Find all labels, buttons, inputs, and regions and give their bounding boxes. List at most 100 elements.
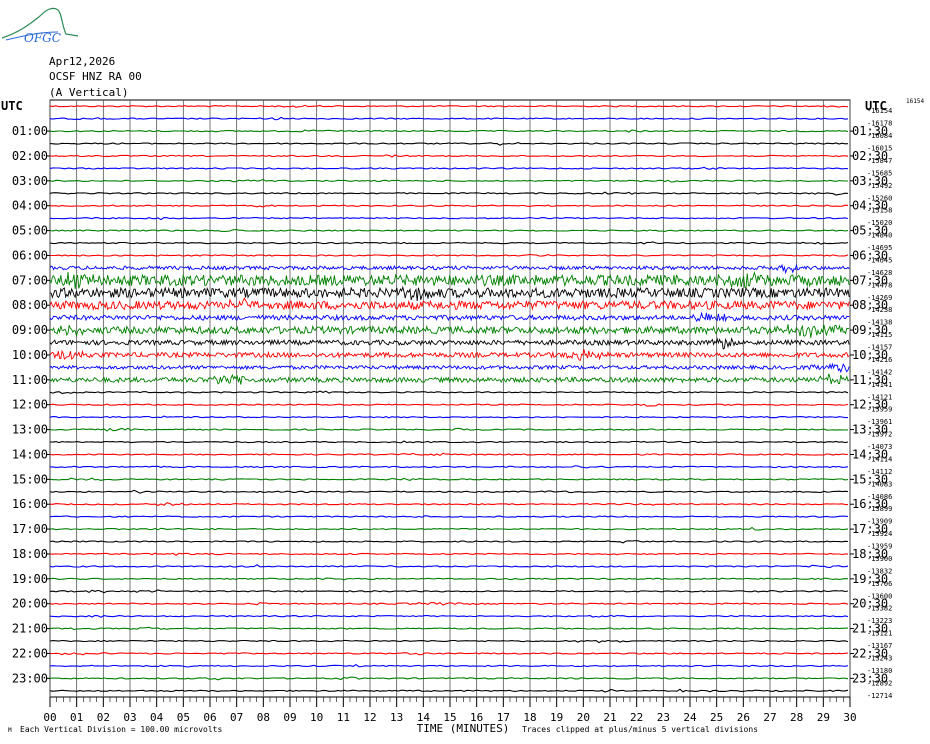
right-hour-label: 18:30 bbox=[852, 547, 888, 561]
seismic-trace bbox=[49, 154, 849, 158]
seismic-trace bbox=[49, 129, 849, 133]
seismic-trace bbox=[50, 253, 849, 257]
x-tick-label: 27 bbox=[763, 711, 776, 724]
x-tick-label: 25 bbox=[710, 711, 723, 724]
seismic-trace bbox=[49, 540, 849, 544]
x-tick-label: 10 bbox=[310, 711, 323, 724]
left-hour-label: 03:00 bbox=[12, 174, 48, 188]
right-hour-label: 08:30 bbox=[852, 298, 888, 312]
x-tick-label: 28 bbox=[790, 711, 803, 724]
left-hour-label: 07:00 bbox=[12, 273, 48, 287]
right-hour-label: 05:30 bbox=[852, 224, 888, 238]
left-hour-label: 22:00 bbox=[12, 646, 48, 660]
seismic-trace bbox=[49, 415, 848, 419]
right-hour-label: 02:30 bbox=[852, 149, 888, 163]
seismic-trace bbox=[49, 577, 849, 581]
left-hour-label: 17:00 bbox=[12, 522, 48, 536]
right-hour-label: 20:30 bbox=[852, 597, 888, 611]
seismic-trace bbox=[50, 465, 849, 469]
left-hour-label: 13:00 bbox=[12, 423, 48, 437]
x-tick-label: 06 bbox=[203, 711, 216, 724]
left-hour-label: 21:00 bbox=[12, 622, 48, 636]
right-hour-label: 17:30 bbox=[852, 522, 888, 536]
left-hour-label: 02:00 bbox=[12, 149, 48, 163]
right-hour-label: 10:30 bbox=[852, 348, 888, 362]
seismic-trace bbox=[49, 178, 848, 183]
seismic-trace bbox=[49, 452, 849, 457]
x-tick-label: 24 bbox=[683, 711, 697, 724]
seismic-trace bbox=[49, 489, 849, 494]
x-tick-label: 19 bbox=[550, 711, 563, 724]
x-axis-label: TIME (MINUTES) bbox=[417, 722, 510, 735]
x-tick-label: 09 bbox=[283, 711, 296, 724]
x-tick-label: 21 bbox=[603, 711, 616, 724]
right-hour-label: 03:30 bbox=[852, 174, 888, 188]
x-tick-label: 01 bbox=[70, 711, 83, 724]
x-tick-label: 29 bbox=[817, 711, 830, 724]
x-tick-label: 12 bbox=[363, 711, 376, 724]
seismic-trace bbox=[49, 614, 849, 618]
left-hour-label: 04:00 bbox=[12, 199, 48, 213]
x-tick-label: 11 bbox=[337, 711, 350, 724]
left-hour-label: 19:00 bbox=[12, 572, 48, 586]
seismic-trace bbox=[49, 515, 849, 518]
seismic-trace bbox=[49, 241, 849, 245]
right-hour-label: 14:30 bbox=[852, 447, 888, 461]
seismic-trace bbox=[49, 390, 849, 394]
seismic-trace bbox=[49, 564, 849, 569]
left-hour-label: 06:00 bbox=[12, 248, 48, 262]
seismic-trace bbox=[49, 626, 849, 631]
x-tick-label: 02 bbox=[97, 711, 110, 724]
right-hour-label: 06:30 bbox=[852, 248, 888, 262]
x-tick-label: 23 bbox=[657, 711, 670, 724]
right-hour-label: 23:30 bbox=[852, 671, 888, 685]
seismic-trace bbox=[49, 228, 849, 232]
x-tick-label: 05 bbox=[177, 711, 190, 724]
left-hour-label: 15:00 bbox=[12, 472, 48, 486]
x-tick-label: 04 bbox=[150, 711, 164, 724]
left-hour-label: 16:00 bbox=[12, 497, 48, 511]
seismic-trace bbox=[49, 477, 849, 481]
utc-left-label: UTC bbox=[1, 99, 23, 113]
seismic-trace bbox=[49, 652, 849, 656]
seismic-trace bbox=[49, 427, 849, 432]
x-tick-label: 18 bbox=[523, 711, 536, 724]
seismic-trace bbox=[49, 526, 849, 531]
seismic-trace bbox=[49, 142, 849, 146]
scale-note: Each Vertical Division = 100.00 microvol… bbox=[20, 725, 222, 734]
seismic-trace bbox=[49, 104, 849, 108]
seismic-trace bbox=[49, 502, 849, 507]
trace-offset-label: -12714 bbox=[867, 692, 892, 700]
right-hour-label: 19:30 bbox=[852, 572, 888, 586]
right-hour-label: 09:30 bbox=[852, 323, 888, 337]
x-tick-label: 26 bbox=[737, 711, 750, 724]
seismic-trace bbox=[49, 403, 849, 407]
seismic-trace bbox=[49, 589, 849, 594]
left-hour-label: 11:00 bbox=[12, 373, 48, 387]
left-hour-label: 20:00 bbox=[12, 597, 48, 611]
right-hour-label: 07:30 bbox=[852, 273, 888, 287]
seismic-trace bbox=[49, 688, 849, 693]
right-hour-label: 21:30 bbox=[852, 622, 888, 636]
seismic-trace bbox=[49, 204, 849, 208]
x-tick-label: 30 bbox=[843, 711, 856, 724]
x-tick-label: 20 bbox=[577, 711, 590, 724]
left-hour-label: 09:00 bbox=[12, 323, 48, 337]
seismic-trace bbox=[49, 440, 849, 444]
right-hour-label: 11:30 bbox=[852, 373, 888, 387]
left-hour-label: 01:00 bbox=[12, 124, 48, 138]
x-tick-label: 07 bbox=[230, 711, 243, 724]
clip-note: Traces clipped at plus/minus 5 vertical … bbox=[522, 725, 758, 734]
left-hour-label: 05:00 bbox=[12, 224, 48, 238]
left-hour-label: 10:00 bbox=[12, 348, 48, 362]
footer-mark: M bbox=[8, 727, 12, 734]
seismic-trace bbox=[49, 552, 849, 556]
left-hour-label: 18:00 bbox=[12, 547, 48, 561]
seismic-trace bbox=[49, 639, 849, 644]
right-hour-label: 01:30 bbox=[852, 124, 888, 138]
right-hour-label: 04:30 bbox=[852, 199, 888, 213]
left-hour-label: 08:00 bbox=[12, 298, 48, 312]
seismic-trace bbox=[49, 217, 849, 221]
right-hour-label: 12:30 bbox=[852, 398, 888, 412]
right-top-note: 16154 bbox=[906, 98, 924, 105]
